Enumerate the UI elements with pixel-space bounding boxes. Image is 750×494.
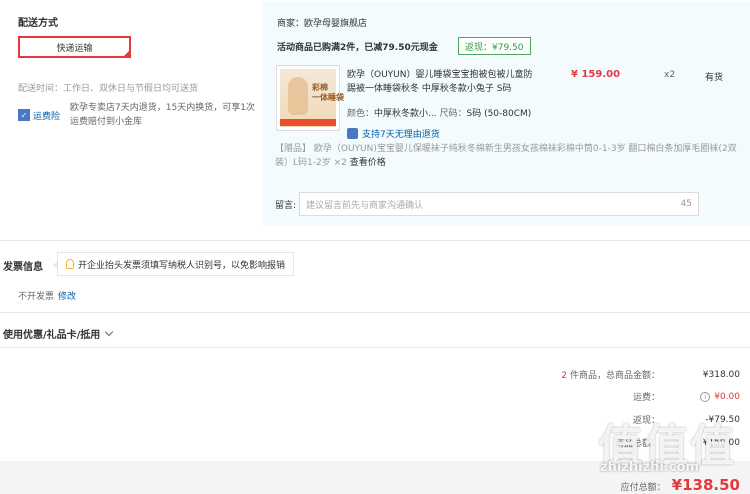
color-label: 颜色： xyxy=(347,109,375,119)
shipping-fee-row: 运费： i ¥0.00 xyxy=(490,390,740,403)
shipping-method-button[interactable]: 快递运输 xyxy=(18,36,131,58)
invoice-tip-text: 开企业抬头发票须填写纳税人识别号，以免影响报销 xyxy=(78,260,286,271)
size-value: S码 (50-80CM) xyxy=(466,109,532,119)
product-attributes: 颜色：中厚秋冬款小... 尺码：S码 (50-80CM) xyxy=(347,106,531,119)
return-policy-label: 支持7天无理由退货 xyxy=(362,130,440,140)
shield-icon: ✓ xyxy=(18,109,30,121)
rebate-badge: 返现：¥79.50 xyxy=(458,37,531,55)
shipping-fee-label: 运费： xyxy=(632,393,660,403)
amount-due: 应付总额： ¥138.50 xyxy=(621,476,740,494)
lightbulb-icon xyxy=(66,259,74,269)
gift-tag: 【赠品】 xyxy=(275,144,312,154)
invoice-value: 不开发票 xyxy=(18,292,55,302)
subtotal-value: ¥159.00 xyxy=(702,437,740,448)
divider xyxy=(0,240,750,241)
insurance-row: ✓ 运费险 欧孕专卖店7天内退货，15天内换货，可享1次运费赔付到小金库 xyxy=(18,101,258,129)
size-label: 尺码： xyxy=(439,109,467,119)
shipping-fee-value: ¥0.00 xyxy=(714,391,740,402)
gift-info: 【赠品】 欧孕（OUYUN)宝宝婴儿保暖袜子纯秋冬棉新生男孩女孩棉袜彩棉中筒0-… xyxy=(275,142,745,170)
gift-view-price-link[interactable]: 查看价格 xyxy=(350,158,386,168)
note-label: 留言: xyxy=(275,201,297,211)
shipping-title: 配送方式 xyxy=(18,18,58,29)
discount-row: 返现： -¥79.50 xyxy=(490,413,740,427)
stock-status: 有货 xyxy=(705,73,724,83)
coupon-toggle[interactable]: 使用优惠/礼品卡/抵用 xyxy=(3,326,114,341)
shop-panel: 商家：欧孕母婴旗舰店 活动商品已购满2件，已减79.50元现金 返现：¥79.5… xyxy=(262,2,750,226)
product-thumbnail[interactable]: 彩棉 一体睡袋 xyxy=(276,65,344,131)
shipping-time: 配送时间：工作日、双休日与节假日均可送货 xyxy=(18,84,199,94)
insurance-text: 欧孕专卖店7天内退货，15天内换货，可享1次运费赔付到小金库 xyxy=(70,103,255,127)
product-name[interactable]: 欧孕（OUYUN）婴儿睡袋宝宝抱被包被儿童防踢被一体睡袋秋冬 中厚秋冬款小兔子 … xyxy=(347,68,535,96)
chevron-down-icon xyxy=(105,327,114,337)
discount-value: -¥79.50 xyxy=(705,414,740,425)
invoice-tip: 开企业抬头发票须填写纳税人识别号，以免影响报销 xyxy=(53,252,295,276)
note-placeholder: 建议留言前先与商家沟通确认 xyxy=(306,200,424,211)
delivery-section: 配送方式 快递运输 配送时间：工作日、双休日与节假日均可送货 ✓ 运费险 欧孕专… xyxy=(0,0,750,228)
shipping-column: 配送方式 快递运输 配送时间：工作日、双休日与节假日均可送货 ✓ 运费险 欧孕专… xyxy=(18,14,258,127)
info-icon[interactable]: i xyxy=(700,391,711,402)
note-count: 45 xyxy=(680,199,692,209)
selected-corner-icon xyxy=(122,49,131,58)
divider xyxy=(0,312,750,313)
discount-label: 返现： xyxy=(632,416,660,426)
return-icon xyxy=(347,128,358,139)
amount-due-label: 应付总额： xyxy=(620,483,666,493)
color-value: 中厚秋冬款小... xyxy=(374,109,437,119)
thumbnail-band xyxy=(280,119,336,126)
shop-name: 商家：欧孕母婴旗舰店 xyxy=(277,19,368,29)
promo-text: 活动商品已购满2件，已减79.50元现金 xyxy=(277,43,438,53)
subtotal-row: 商品总额： ¥159.00 xyxy=(490,436,740,450)
invoice-title: 发票信息 xyxy=(3,262,43,273)
goods-total-row: 2 件商品，总商品金额： ¥318.00 xyxy=(490,368,740,382)
subtotal-label: 商品总额： xyxy=(614,439,660,449)
tip-arrow-icon xyxy=(53,261,58,269)
goods-total-value: ¥318.00 xyxy=(702,369,740,380)
insurance-label: 运费险 xyxy=(33,111,61,122)
product-qty: x2 xyxy=(664,70,676,80)
thumbnail-caption: 彩棉 一体睡袋 xyxy=(312,83,344,102)
return-policy[interactable]: 支持7天无理由退货 xyxy=(347,127,440,140)
shipping-method-label: 快递运输 xyxy=(56,43,93,54)
amount-due-value: ¥138.50 xyxy=(671,476,740,494)
note-input[interactable]: 建议留言前先与商家沟通确认 45 xyxy=(299,192,699,216)
invoice-edit-link[interactable]: 修改 xyxy=(58,289,76,302)
goods-total-label: 2 件商品，总商品金额： xyxy=(490,368,660,381)
gift-text: 欧孕（OUYUN)宝宝婴儿保暖袜子纯秋冬棉新生男孩女孩棉袜彩棉中筒0-1-3岁 … xyxy=(275,144,737,168)
shipping-fee-cell: i ¥0.00 xyxy=(660,391,740,402)
insurance-tag[interactable]: ✓ 运费险 xyxy=(18,101,60,129)
baby-figure-icon xyxy=(288,77,308,115)
coupon-title: 使用优惠/礼品卡/抵用 xyxy=(3,330,101,341)
product-price: ¥ 159.00 xyxy=(571,69,621,80)
divider xyxy=(0,347,750,348)
item-count-label: 件商品，总商品金额： xyxy=(567,371,660,381)
